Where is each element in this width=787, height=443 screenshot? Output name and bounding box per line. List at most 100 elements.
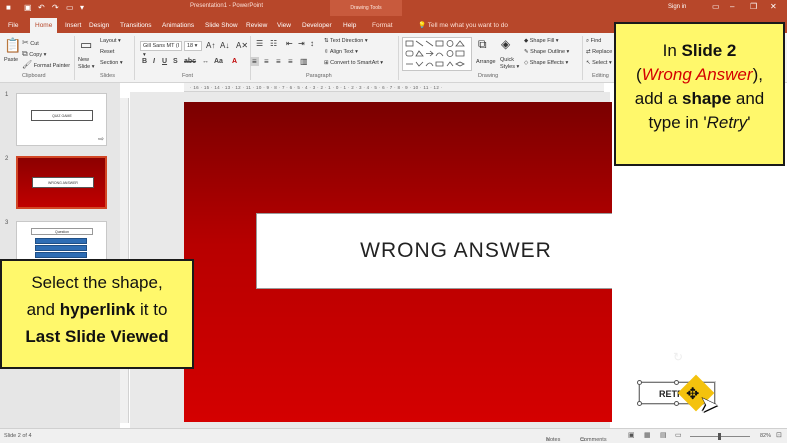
reset-button[interactable]: Reset (100, 49, 114, 55)
align-text-button[interactable]: ⇳ Align Text ▾ (324, 49, 358, 55)
increase-indent-icon[interactable]: ⇥ (298, 39, 305, 48)
callout-bold: Last Slide Viewed (25, 327, 169, 346)
line-spacing-icon[interactable]: ↕ (310, 39, 314, 48)
shape-effects-button[interactable]: ◇ Shape Effects ▾ (524, 60, 568, 66)
callout-text: and (731, 89, 765, 108)
shapes-gallery[interactable] (402, 37, 472, 71)
justify-icon[interactable]: ≡ (288, 57, 293, 66)
select-button[interactable]: ↖ Select ▾ (586, 60, 612, 66)
bold-button[interactable]: B (142, 58, 147, 65)
slide-thumbnail-1[interactable]: QUIZ GAME ⇨ (16, 93, 107, 146)
shadow-button[interactable]: S (173, 58, 178, 65)
pen-icon: ✎ (524, 49, 529, 55)
ribbon-options-icon[interactable]: ▭ (712, 2, 720, 11)
tab-slide-show[interactable]: Slide Show (205, 18, 238, 33)
text-direction-button[interactable]: ⇅ Text Direction ▾ (324, 38, 368, 44)
quick-styles-icon[interactable]: ◈ (501, 37, 510, 51)
decrease-font-icon[interactable]: A↓ (220, 41, 229, 50)
shape-fill-button[interactable]: ◆ Shape Fill ▾ (524, 38, 559, 44)
tab-format[interactable]: Format (372, 18, 393, 33)
slide-2[interactable]: WRONG ANSWER (184, 102, 612, 422)
align-left-icon[interactable]: ≡ (250, 57, 259, 66)
copy-button[interactable]: ⧉ Copy ▾ (22, 49, 46, 59)
fit-slide-icon[interactable]: ⊡ (776, 431, 782, 439)
sign-in-link[interactable]: Sign in (668, 4, 686, 10)
maximize-icon[interactable]: ❐ (750, 2, 757, 11)
redo-icon[interactable]: ↷ (52, 3, 59, 13)
tab-transitions[interactable]: Transitions (120, 18, 152, 33)
cursor-icon: ↖ (586, 60, 591, 66)
shape-outline-button[interactable]: ✎ Shape Outline ▾ (524, 49, 569, 55)
replace-button[interactable]: ⇄ Replace ▾ (586, 49, 617, 55)
format-painter-button[interactable]: 🖌 Format Painter (22, 60, 70, 69)
tab-file[interactable]: File (8, 18, 18, 33)
cut-button[interactable]: ✂ Cut (22, 38, 39, 47)
find-button[interactable]: ⌕ Find (586, 38, 601, 45)
clear-formatting-icon[interactable]: A✕ (236, 41, 248, 50)
slide-sorter-icon[interactable]: ▦ (644, 431, 651, 439)
arrange-icon[interactable]: ⧉ (478, 37, 487, 52)
close-icon[interactable]: ✕ (770, 2, 777, 11)
align-center-icon[interactable]: ≡ (264, 57, 269, 66)
decrease-indent-icon[interactable]: ⇤ (286, 39, 293, 48)
start-from-beginning-icon[interactable]: ▭ (66, 3, 74, 13)
status-bar: Slide 2 of 4 ≡ Notes ▭ Comments ▣ ▦ ▤ ▭ … (0, 428, 787, 443)
change-case-icon[interactable]: Aa (214, 58, 223, 65)
columns-icon[interactable]: ▥ (300, 57, 308, 66)
new-slide-icon[interactable]: ▭ (80, 37, 92, 53)
slide-thumbnail-3[interactable]: Question (16, 221, 107, 261)
slide-thumbnail-2[interactable]: WRONG ANSWER (16, 156, 107, 209)
thumbnail-title: QUIZ GAME (31, 110, 93, 121)
save-icon[interactable]: ▣ (24, 3, 32, 13)
resize-handle[interactable] (674, 401, 679, 406)
reading-view-icon[interactable]: ▤ (660, 431, 667, 439)
align-right-icon[interactable]: ≡ (276, 57, 281, 66)
italic-button[interactable]: I (153, 58, 155, 65)
wrong-answer-box[interactable]: WRONG ANSWER (256, 213, 612, 289)
layout-button[interactable]: Layout ▾ (100, 38, 121, 44)
resize-handle[interactable] (674, 380, 679, 385)
zoom-slider-knob[interactable] (718, 433, 721, 440)
bullets-icon[interactable]: ☰ (256, 39, 263, 48)
undo-icon[interactable]: ↶ (38, 3, 45, 13)
paste-icon[interactable]: 📋 (4, 37, 21, 54)
callout-line: add a shape and (616, 87, 783, 111)
tab-design[interactable]: Design (89, 18, 109, 33)
font-size-dropdown[interactable]: 18 ▾ (184, 41, 202, 51)
resize-handle[interactable] (637, 380, 642, 385)
slideshow-view-icon[interactable]: ▭ (675, 431, 682, 439)
arrange-button[interactable]: Arrange (476, 59, 496, 65)
tab-view[interactable]: View (277, 18, 291, 33)
increase-font-icon[interactable]: A↑ (206, 41, 215, 50)
tab-home[interactable]: Home (30, 18, 58, 33)
strikethrough-button[interactable]: abc (184, 58, 196, 65)
customize-toolbar-icon[interactable]: ▾ (80, 3, 84, 13)
tab-insert[interactable]: Insert (65, 18, 81, 33)
paint-bucket-icon: ◆ (524, 38, 529, 44)
tab-developer[interactable]: Developer (302, 18, 332, 33)
quick-styles-button[interactable]: Quick Styles ▾ (500, 57, 520, 71)
numbering-icon[interactable]: ☷ (270, 39, 277, 48)
callout-line: (Wrong Answer), (616, 63, 783, 87)
tell-me-search[interactable]: 💡 Tell me what you want to do (418, 18, 508, 33)
font-color-icon[interactable]: A (232, 58, 237, 65)
shape-effects-label: Shape Effects ▾ (529, 60, 569, 66)
underline-button[interactable]: U (162, 58, 167, 65)
minimize-icon[interactable]: – (730, 2, 734, 11)
rotate-handle-icon[interactable]: ↻ (673, 350, 683, 364)
tab-animations[interactable]: Animations (162, 18, 194, 33)
font-name-dropdown[interactable]: Gill Sans MT (I ▾ (140, 41, 182, 58)
new-slide-button[interactable]: New Slide ▾ (78, 57, 100, 71)
tab-help[interactable]: Help (343, 18, 356, 33)
text-direction-icon: ⇅ (324, 38, 329, 44)
character-spacing-icon[interactable]: ↔ (202, 58, 209, 65)
title-bar: ■ ▣ ↶ ↷ ▭ ▾ Presentation1 - PowerPoint D… (0, 0, 787, 16)
drawing-tools-label: Drawing Tools (330, 0, 402, 16)
normal-view-icon[interactable]: ▣ (628, 431, 635, 439)
paste-button[interactable]: Paste (4, 57, 18, 63)
resize-handle[interactable] (637, 401, 642, 406)
zoom-level[interactable]: 82% (760, 433, 771, 439)
tab-review[interactable]: Review (246, 18, 267, 33)
section-button[interactable]: Section ▾ (100, 60, 123, 66)
convert-to-smartart-button[interactable]: ⊞ Convert to SmartArt ▾ (324, 60, 383, 66)
